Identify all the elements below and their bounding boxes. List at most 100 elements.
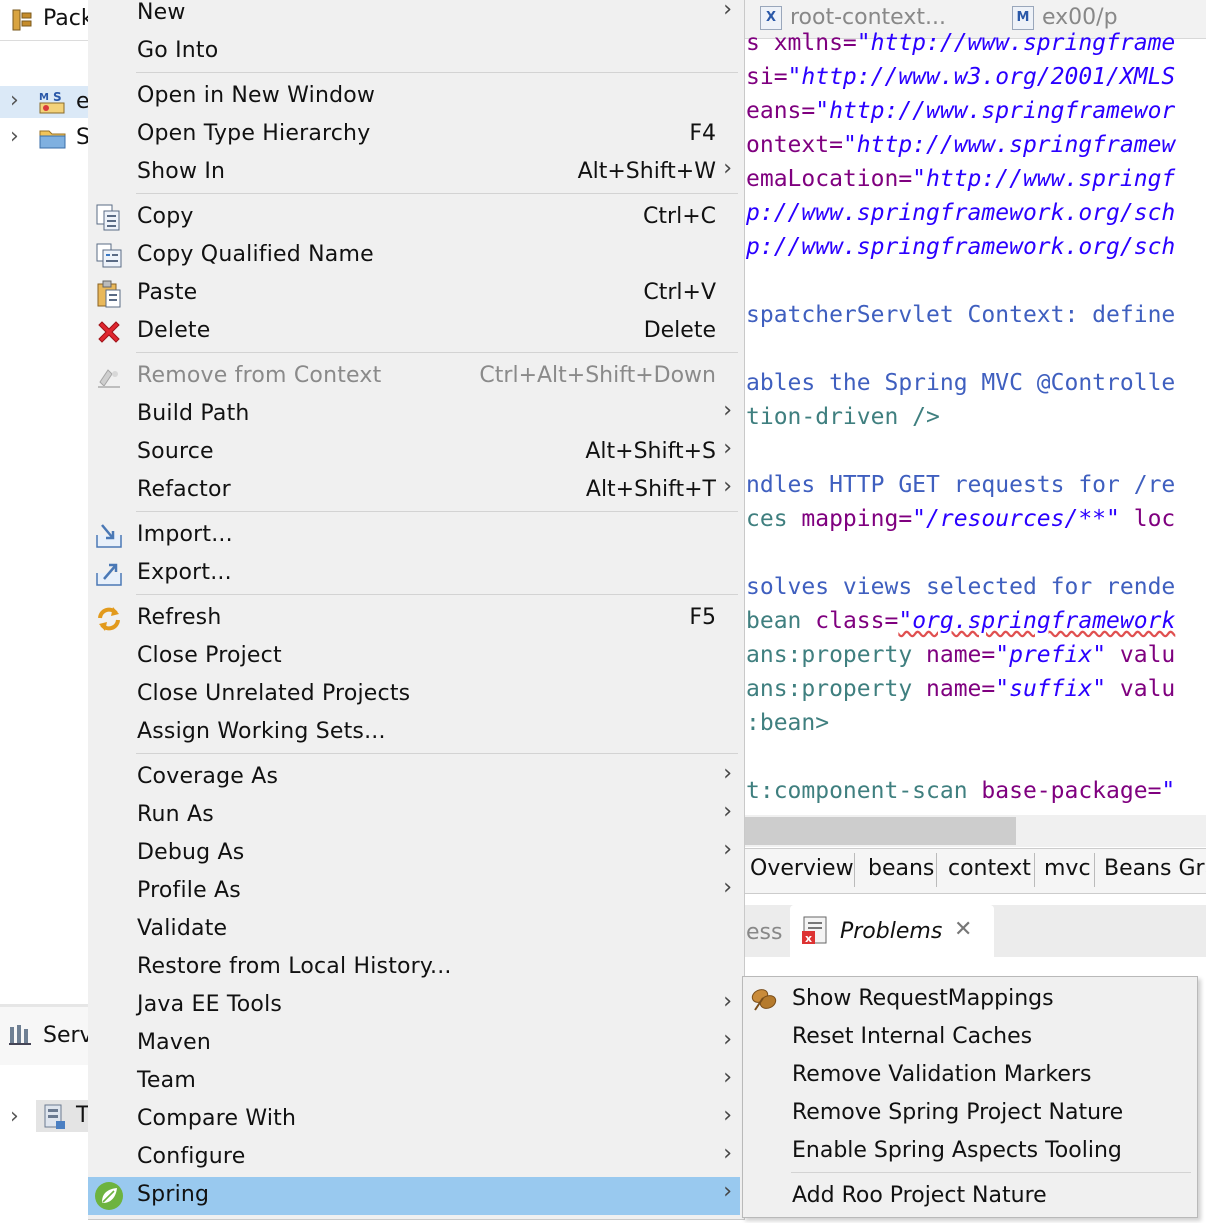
menu-item-restore-from-local-history[interactable]: Restore from Local History... bbox=[88, 949, 740, 987]
code-line[interactable]: s xmlns="http://www.springframe bbox=[746, 30, 1175, 56]
delete-icon bbox=[94, 317, 124, 347]
copy-qualified-name-icon bbox=[94, 241, 124, 271]
code-line[interactable]: ontext="http://www.springframew bbox=[746, 132, 1175, 158]
tree-item-server[interactable]: T bbox=[36, 1100, 90, 1132]
code-token: solves views selected for rende bbox=[746, 574, 1176, 600]
code-line[interactable]: ces mapping="/resources/**" loc bbox=[746, 506, 1175, 532]
chevron-right-icon[interactable]: › bbox=[10, 124, 19, 149]
menu-item-label: Build Path bbox=[137, 401, 250, 426]
submenu-arrow-icon: › bbox=[723, 156, 732, 181]
tab-problems[interactable]: x Problems ✕ bbox=[790, 905, 994, 957]
editor-tab-root-context[interactable]: Xroot-context... bbox=[760, 5, 946, 30]
servers-view-tab[interactable]: Serv bbox=[0, 1004, 93, 1065]
menu-item-spring[interactable]: Spring › bbox=[88, 1177, 740, 1215]
code-line[interactable]: emaLocation="http://www.springf bbox=[746, 166, 1175, 192]
code-line[interactable]: p://www.springframework.org/sch bbox=[746, 200, 1175, 226]
code-line[interactable]: solves views selected for rende bbox=[746, 574, 1175, 600]
progress-tab-label[interactable]: ess bbox=[746, 920, 782, 945]
menu-item-remove-from-context[interactable]: Remove from Context Ctrl+Alt+Shift+Down bbox=[88, 358, 740, 396]
menu-item-open-in-new-window[interactable]: Open in New Window bbox=[88, 78, 740, 116]
code-line[interactable]: si="http://www.w3.org/2001/XMLS bbox=[746, 64, 1175, 90]
scrollbar-thumb[interactable] bbox=[740, 817, 1016, 845]
import-icon bbox=[94, 521, 124, 551]
menu-item-java-ee-tools[interactable]: Java EE Tools › bbox=[88, 987, 740, 1025]
menu-item-assign-working-sets[interactable]: Assign Working Sets... bbox=[88, 714, 740, 752]
code-token: ontext= bbox=[746, 132, 843, 158]
maven-file-icon: M bbox=[1012, 6, 1034, 30]
submenu-item-show-requestmappings[interactable]: Show RequestMappings bbox=[743, 981, 1197, 1019]
submenu-item-add-roo-project-nature[interactable]: Add Roo Project Nature bbox=[743, 1178, 1197, 1216]
menu-item-refresh[interactable]: Refresh F5 bbox=[88, 600, 740, 638]
tab-context[interactable]: context bbox=[948, 856, 1031, 881]
views-tab-bar: ess x Problems ✕ bbox=[740, 905, 1206, 957]
menu-item-label: Configure bbox=[137, 1144, 246, 1169]
menu-item-paste[interactable]: Paste Ctrl+V bbox=[88, 275, 740, 313]
menu-item-new[interactable]: New › bbox=[88, 0, 740, 33]
menu-item-close-unrelated-projects[interactable]: Close Unrelated Projects bbox=[88, 676, 740, 714]
menu-item-validate[interactable]: Validate bbox=[88, 911, 740, 949]
submenu-item-remove-validation-markers[interactable]: Remove Validation Markers bbox=[743, 1057, 1197, 1095]
code-token: ables the Spring MVC @Controlle bbox=[746, 370, 1176, 396]
menu-item-go-into[interactable]: Go Into bbox=[88, 33, 740, 71]
menu-item-label: Maven bbox=[137, 1030, 211, 1055]
code-token: "/resources/**" bbox=[912, 506, 1120, 532]
menu-item-show-in[interactable]: Show In Alt+Shift+W › bbox=[88, 154, 740, 192]
code-line[interactable]: eans="http://www.springframewor bbox=[746, 98, 1175, 124]
menu-item-compare-with[interactable]: Compare With › bbox=[88, 1101, 740, 1139]
code-line[interactable]: bean class="org.springframework bbox=[746, 608, 1175, 634]
menu-item-open-type-hierarchy[interactable]: Open Type Hierarchy F4 bbox=[88, 116, 740, 154]
chevron-right-icon[interactable]: › bbox=[10, 88, 19, 113]
submenu-item-label: Add Roo Project Nature bbox=[792, 1183, 1047, 1208]
menu-item-debug-as[interactable]: Debug As › bbox=[88, 835, 740, 873]
code-line[interactable]: :bean> bbox=[746, 710, 829, 736]
menu-item-copy[interactable]: Copy Ctrl+C bbox=[88, 199, 740, 237]
menu-item-configure[interactable]: Configure › bbox=[88, 1139, 740, 1177]
menu-item-profile-as[interactable]: Profile As › bbox=[88, 873, 740, 911]
submenu-item-label: Enable Spring Aspects Tooling bbox=[792, 1138, 1122, 1163]
menu-item-delete[interactable]: Delete Delete bbox=[88, 313, 740, 351]
menu-item-team[interactable]: Team › bbox=[88, 1063, 740, 1101]
menu-item-export[interactable]: Export... bbox=[88, 555, 740, 593]
submenu-item-reset-internal-caches[interactable]: Reset Internal Caches bbox=[743, 1019, 1197, 1057]
tab-separator bbox=[1094, 853, 1095, 887]
menu-item-coverage-as[interactable]: Coverage As › bbox=[88, 759, 740, 797]
code-line[interactable]: spatcherServlet Context: define bbox=[746, 302, 1175, 328]
submenu-item-remove-spring-project-nature[interactable]: Remove Spring Project Nature bbox=[743, 1095, 1197, 1133]
menu-separator bbox=[136, 753, 738, 754]
code-line[interactable]: tion-driven /> bbox=[746, 404, 940, 430]
submenu-item-label: Remove Spring Project Nature bbox=[792, 1100, 1124, 1125]
code-token: ndles HTTP GET requests for /re bbox=[746, 472, 1176, 498]
menu-item-label: Delete bbox=[137, 318, 211, 343]
tree-item-project[interactable]: › M S e bbox=[0, 86, 90, 118]
close-icon[interactable]: ✕ bbox=[954, 917, 972, 942]
tab-mvc[interactable]: mvc bbox=[1044, 856, 1091, 881]
menu-item-copy-qualified-name[interactable]: Copy Qualified Name bbox=[88, 237, 740, 275]
menu-item-close-project[interactable]: Close Project bbox=[88, 638, 740, 676]
package-explorer-tab[interactable]: Pack bbox=[0, 0, 94, 41]
submenu-item-enable-spring-aspects-tooling[interactable]: Enable Spring Aspects Tooling bbox=[743, 1133, 1197, 1171]
submenu-arrow-icon: › bbox=[723, 761, 732, 786]
code-line[interactable]: p://www.springframework.org/sch bbox=[746, 234, 1175, 260]
code-token: class= bbox=[815, 608, 899, 634]
tab-overview[interactable]: Overview bbox=[750, 856, 854, 881]
tab-beans[interactable]: beans bbox=[868, 856, 934, 881]
menu-item-maven[interactable]: Maven › bbox=[88, 1025, 740, 1063]
menu-item-refactor[interactable]: Refactor Alt+Shift+T › bbox=[88, 472, 740, 510]
menu-item-source[interactable]: Source Alt+Shift+S › bbox=[88, 434, 740, 472]
editor-tab-ex00[interactable]: Mex00/p bbox=[1012, 5, 1118, 30]
tree-item-servers-folder[interactable]: › S bbox=[0, 122, 90, 154]
menu-item-run-as[interactable]: Run As › bbox=[88, 797, 740, 835]
menu-item-build-path[interactable]: Build Path › bbox=[88, 396, 740, 434]
menu-item-import[interactable]: Import... bbox=[88, 517, 740, 555]
menu-item-label: Restore from Local History... bbox=[137, 954, 452, 979]
code-line[interactable]: ndles HTTP GET requests for /re bbox=[746, 472, 1175, 498]
code-line[interactable]: ans:property name="suffix" valu bbox=[746, 676, 1175, 702]
code-line[interactable]: ans:property name="prefix" valu bbox=[746, 642, 1175, 668]
chevron-right-icon[interactable]: › bbox=[10, 1104, 19, 1129]
code-token: name= bbox=[926, 676, 996, 702]
horizontal-scrollbar[interactable] bbox=[740, 815, 1206, 847]
code-line[interactable]: ables the Spring MVC @Controlle bbox=[746, 370, 1175, 396]
code-token: " bbox=[1161, 778, 1176, 804]
code-line[interactable]: t:component-scan base-package=" bbox=[746, 778, 1175, 804]
tab-beans-graph[interactable]: Beans Gra bbox=[1104, 856, 1206, 881]
